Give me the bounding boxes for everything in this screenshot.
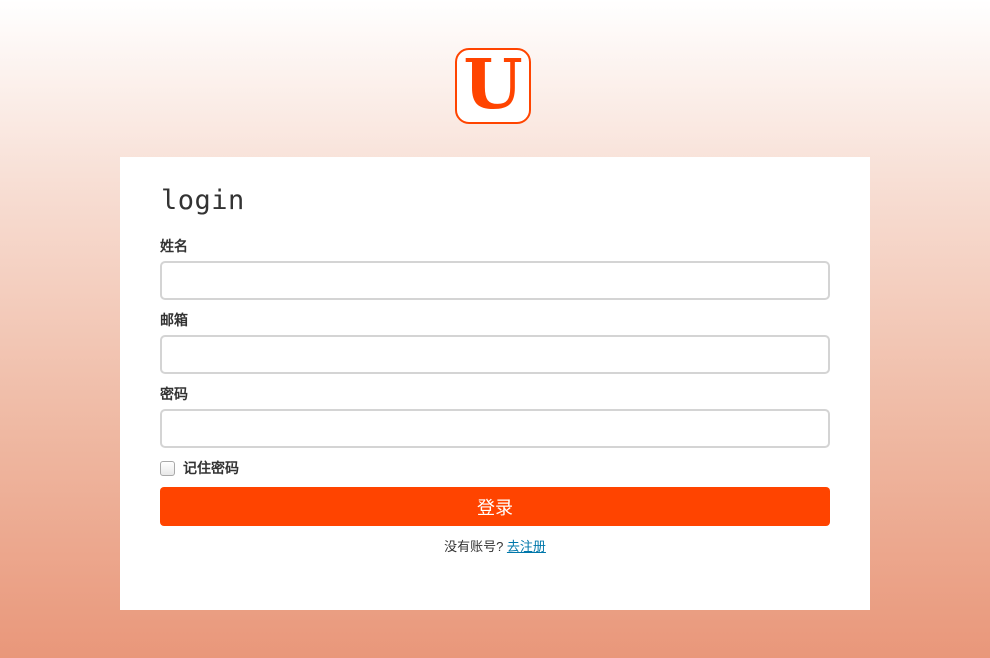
email-input[interactable] <box>160 335 830 374</box>
no-account-text: 没有账号? <box>444 539 504 554</box>
login-button[interactable]: 登录 <box>160 487 830 526</box>
password-input[interactable] <box>160 409 830 448</box>
remember-checkbox[interactable] <box>160 460 175 476</box>
login-card: login 姓名 邮箱 密码 记住密码 登录 没有账号? 去注册 <box>120 157 870 610</box>
form-title: login <box>161 185 245 216</box>
register-prompt: 没有账号? 去注册 <box>120 536 870 555</box>
register-link[interactable]: 去注册 <box>507 539 546 554</box>
logo-letter: U <box>463 45 523 125</box>
name-label: 姓名 <box>160 238 188 254</box>
password-label: 密码 <box>160 386 188 402</box>
remember-label: 记住密码 <box>183 460 239 476</box>
remember-password: 记住密码 <box>160 458 239 478</box>
email-label: 邮箱 <box>160 312 188 328</box>
app-logo: U <box>455 48 531 124</box>
name-input[interactable] <box>160 261 830 300</box>
